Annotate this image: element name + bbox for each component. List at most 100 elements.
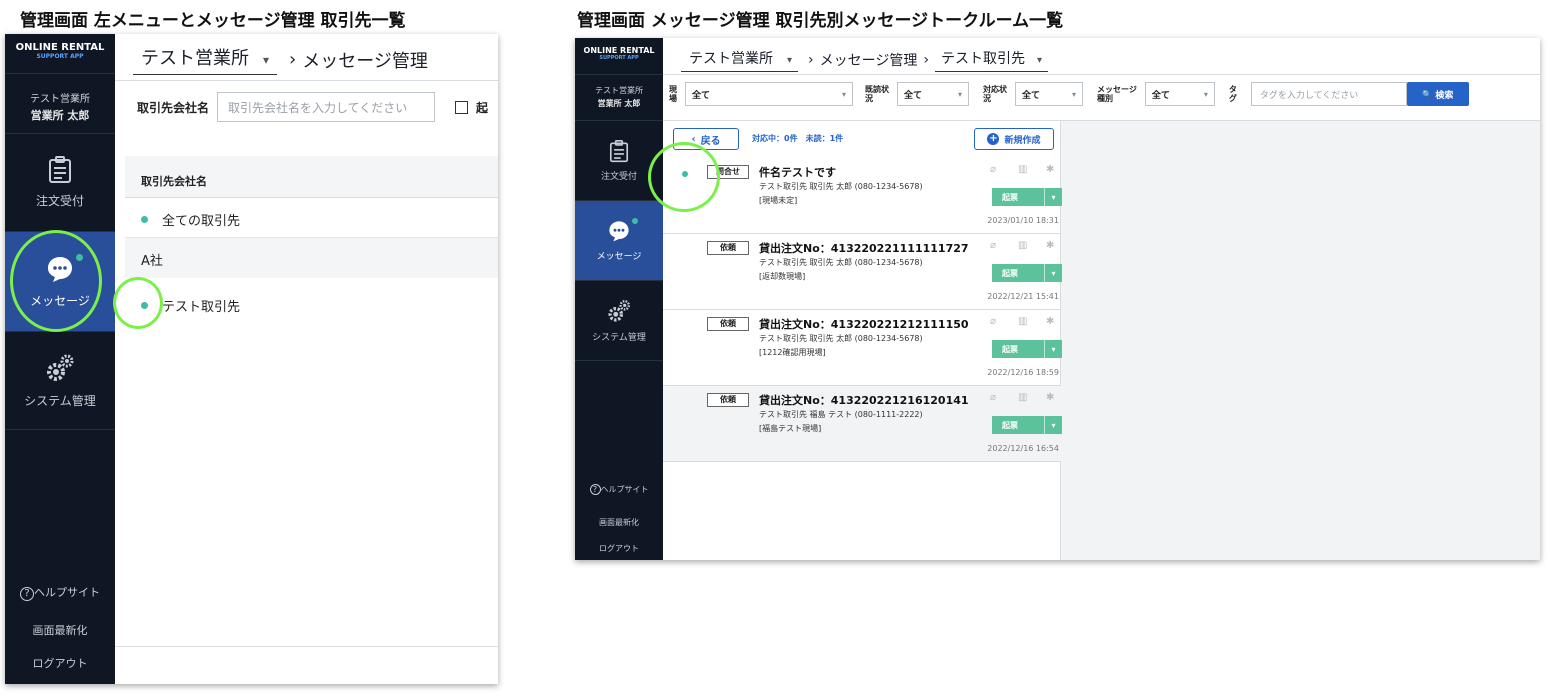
client-group-row: A社 bbox=[125, 238, 498, 278]
chevron-down-icon[interactable]: ▾ bbox=[1044, 264, 1062, 282]
refresh-link[interactable]: 画面最新化 bbox=[5, 614, 115, 647]
chevron-down-icon: ▾ bbox=[787, 55, 793, 66]
status-select[interactable]: 全て ▾ bbox=[1015, 82, 1083, 106]
office-select[interactable]: テスト営業所 ▾ bbox=[133, 44, 278, 75]
ticket-label: 起票 bbox=[1002, 192, 1018, 202]
message-date: 2022/12/21 15:41 bbox=[987, 292, 1059, 301]
checkbox[interactable] bbox=[455, 100, 469, 114]
sidebar: ONLINE RENTAL SUPPORT APP テスト営業所 営業所 太郎 … bbox=[575, 38, 663, 560]
message-date: 2022/12/16 16:54 bbox=[987, 444, 1059, 453]
help-label: ヘルプサイト bbox=[34, 586, 100, 599]
office-name: テスト営業所 bbox=[689, 51, 773, 67]
pin-icon[interactable]: ✱ bbox=[1046, 240, 1054, 251]
search-icon: 🔍 bbox=[1422, 89, 1433, 99]
filters: 現 場 全て ▾ 既読状 況 全て ▾ 対応状 況 全て ▾ メッセージ 種別 全て ▾… bbox=[669, 82, 1469, 106]
client-name-input[interactable]: 取引先会社名を入力してください bbox=[217, 92, 436, 122]
nav-order-reception[interactable]: 注文受付 bbox=[5, 134, 115, 232]
refresh-link[interactable]: 画面最新化 bbox=[575, 510, 663, 536]
header-bar: テスト営業所 ▾ › メッセージ管理 › テスト取引先 ▾ bbox=[663, 38, 1540, 75]
message-title: 貸出注文No：413220221111111727 bbox=[759, 242, 969, 255]
list-head: ‹ 戻る 対応中：0件 未読：1件 + 新規作成 bbox=[663, 121, 1060, 158]
logout-link[interactable]: ログアウト bbox=[5, 647, 115, 680]
help-label: ヘルプサイト bbox=[600, 485, 649, 494]
help-link[interactable]: ? ヘルプサイト bbox=[5, 584, 115, 614]
user-info: テスト営業所 営業所 太郎 bbox=[5, 74, 115, 134]
ticket-button[interactable]: 起票 ▾ bbox=[992, 188, 1062, 206]
left-screen: ONLINE RENTAL SUPPORT APP テスト営業所 営業所 太郎 … bbox=[5, 34, 498, 684]
message-title: 件名テストです bbox=[759, 166, 836, 179]
tag-icon[interactable]: ⌀ bbox=[990, 316, 996, 327]
trash-icon[interactable]: ▥ bbox=[1018, 164, 1027, 175]
nav-label: システム管理 bbox=[592, 333, 646, 343]
pin-icon[interactable]: ✱ bbox=[1046, 316, 1054, 327]
app-logo[interactable]: ONLINE RENTAL SUPPORT APP bbox=[575, 38, 663, 75]
office-name: テスト営業所 bbox=[141, 48, 249, 69]
chevron-down-icon: ▾ bbox=[957, 89, 962, 99]
logo-subtitle: SUPPORT APP bbox=[36, 53, 84, 60]
ticket-label: 起票 bbox=[1002, 344, 1018, 354]
chevron-down-icon: ▾ bbox=[1203, 89, 1208, 99]
chevron-left-icon: ‹ bbox=[691, 133, 696, 145]
pin-icon[interactable]: ✱ bbox=[1046, 164, 1054, 175]
talkroom-item[interactable]: 依頼 貸出注文No：413220221212111150 テスト取引先 取引先 … bbox=[663, 310, 1062, 386]
new-create-label: 新規作成 bbox=[1004, 135, 1041, 146]
help-link[interactable]: ? ヘルプサイト bbox=[575, 484, 663, 510]
trash-icon[interactable]: ▥ bbox=[1018, 316, 1027, 327]
type-select[interactable]: 全て ▾ bbox=[1144, 82, 1215, 106]
nav-order-reception[interactable]: 注文受付 bbox=[575, 121, 663, 201]
client-name: テスト取引先 bbox=[940, 51, 1025, 67]
talkroom-item[interactable]: 依頼 貸出注文No：413220221216120141 テスト取引先 福島 テ… bbox=[663, 386, 1062, 462]
tag-icon[interactable]: ⌀ bbox=[990, 164, 996, 175]
back-button[interactable]: ‹ 戻る bbox=[673, 128, 739, 150]
tag-icon[interactable]: ⌀ bbox=[990, 392, 996, 403]
chat-bubble-icon bbox=[609, 221, 629, 242]
tag-icon[interactable]: ⌀ bbox=[990, 240, 996, 251]
ticket-label: 起票 bbox=[1002, 268, 1018, 278]
message-site: [現場未定] bbox=[759, 196, 798, 205]
read-status-select[interactable]: 全て ▾ bbox=[897, 82, 969, 106]
ticket-button[interactable]: 起票 ▾ bbox=[992, 340, 1062, 358]
nav-message[interactable]: メッセージ bbox=[575, 201, 663, 281]
nav-system-admin[interactable]: システム管理 bbox=[575, 281, 663, 361]
ticket-button[interactable]: 起票 ▾ bbox=[992, 416, 1062, 434]
chevron-down-icon[interactable]: ▾ bbox=[1044, 416, 1062, 434]
talkroom-item[interactable]: 依頼 貸出注文No：413220221111111727 テスト取引先 取引先 … bbox=[663, 234, 1062, 310]
talkroom-item[interactable]: 問合せ 件名テストです テスト取引先 取引先 太郎 (080-1234-5678… bbox=[663, 158, 1062, 234]
help-icon: ? bbox=[589, 484, 601, 495]
search-button[interactable]: 🔍 検索 bbox=[1406, 82, 1469, 106]
chevron-down-icon[interactable]: ▾ bbox=[1044, 188, 1062, 206]
client-filter: 取引先会社名 取引先会社名を入力してください 起 bbox=[137, 92, 488, 122]
status-value: 全て bbox=[1022, 90, 1041, 101]
site-select[interactable]: 全て ▾ bbox=[685, 82, 853, 106]
pin-icon[interactable]: ✱ bbox=[1046, 392, 1054, 403]
chevron-down-icon[interactable]: ▾ bbox=[1044, 340, 1062, 358]
tag-input[interactable]: タグを入力してください bbox=[1250, 82, 1407, 106]
message-type-tag: 依頼 bbox=[707, 393, 749, 407]
gears-icon bbox=[608, 300, 630, 322]
message-client: テスト取引先 取引先 太郎 (080-1234-5678) bbox=[759, 182, 923, 191]
nav-system-admin[interactable]: システム管理 bbox=[5, 332, 115, 430]
sidebar: ONLINE RENTAL SUPPORT APP テスト営業所 営業所 太郎 … bbox=[5, 34, 115, 684]
breadcrumb-separator: › bbox=[289, 49, 297, 70]
client-name: テスト取引先 bbox=[162, 300, 241, 315]
chevron-down-icon: ▾ bbox=[263, 53, 270, 67]
client-row-test[interactable]: テスト取引先 bbox=[125, 278, 498, 326]
unread-dot bbox=[682, 171, 688, 177]
ticket-button[interactable]: 起票 ▾ bbox=[992, 264, 1062, 282]
client-row-all[interactable]: 全ての取引先 bbox=[125, 198, 498, 238]
nav-message[interactable]: メッセージ bbox=[5, 232, 115, 332]
read-status-value: 全て bbox=[904, 90, 923, 101]
client-select[interactable]: テスト取引先 ▾ bbox=[934, 48, 1049, 72]
plus-circle-icon: + bbox=[987, 133, 1000, 145]
trash-icon[interactable]: ▥ bbox=[1018, 392, 1027, 403]
logout-link[interactable]: ログアウト bbox=[575, 536, 663, 560]
nav-label: 注文受付 bbox=[35, 194, 84, 208]
app-logo[interactable]: ONLINE RENTAL SUPPORT APP bbox=[5, 34, 115, 74]
new-create-button[interactable]: + 新規作成 bbox=[974, 128, 1054, 150]
ticket-label: 起票 bbox=[1002, 420, 1018, 430]
trash-icon[interactable]: ▥ bbox=[1018, 240, 1027, 251]
nav-label: メッセージ bbox=[30, 294, 90, 308]
gears-icon bbox=[47, 354, 74, 381]
office-select[interactable]: テスト営業所 ▾ bbox=[681, 48, 799, 72]
message-type-tag: 問合せ bbox=[707, 165, 749, 179]
